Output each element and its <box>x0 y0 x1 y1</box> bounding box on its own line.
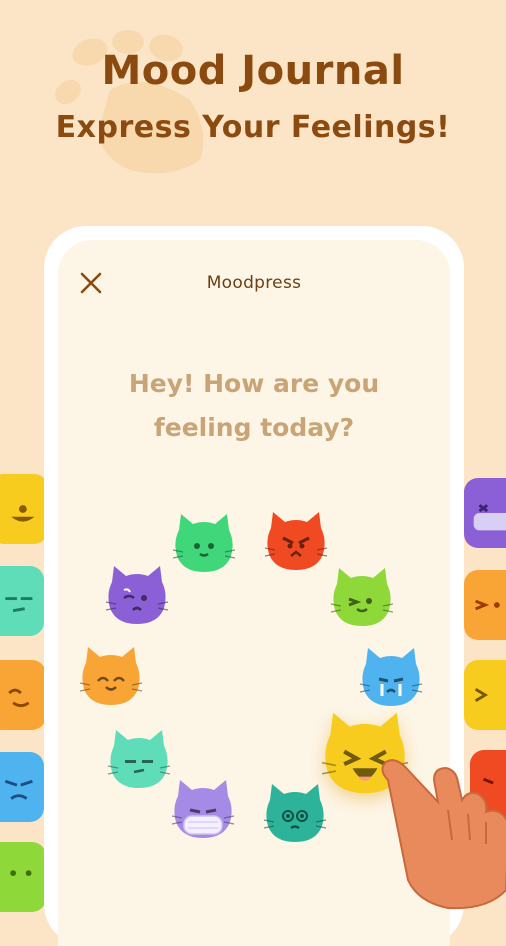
app-title: Moodpress <box>206 273 302 293</box>
mood-blue-crying-cat[interactable] <box>358 646 424 708</box>
side-tile-orange-cat-2 <box>464 570 506 640</box>
side-tile-lime-cat <box>0 842 46 912</box>
mood-mint-unimpressed-cat[interactable] <box>106 728 172 790</box>
mood-red-angry-cat[interactable] <box>263 510 329 572</box>
mood-teal-dizzy-cat[interactable] <box>262 782 328 844</box>
mood-green-calm-cat[interactable] <box>171 512 237 574</box>
pointing-hand-icon <box>381 759 506 910</box>
side-tile-purple-cat <box>464 478 506 548</box>
mood-orange-content-cat[interactable] <box>78 645 144 707</box>
mood-lime-wink-cat[interactable] <box>329 566 395 628</box>
headline-title: Mood Journal <box>101 48 405 94</box>
headline-subtitle: Express Your Feelings! <box>55 110 451 145</box>
side-tile-mint-cat <box>0 566 44 636</box>
side-tile-orange-cat <box>0 660 46 730</box>
side-tile-blue-cat <box>0 752 44 822</box>
mood-purple-sad-cat[interactable] <box>104 564 170 626</box>
mood-lavender-masked-cat[interactable] <box>170 778 236 840</box>
side-tile-yellow-cat <box>0 474 48 544</box>
mood-question: Hey! How are you feeling today? <box>128 369 380 442</box>
side-tile-yellow-cat-2 <box>464 660 506 730</box>
